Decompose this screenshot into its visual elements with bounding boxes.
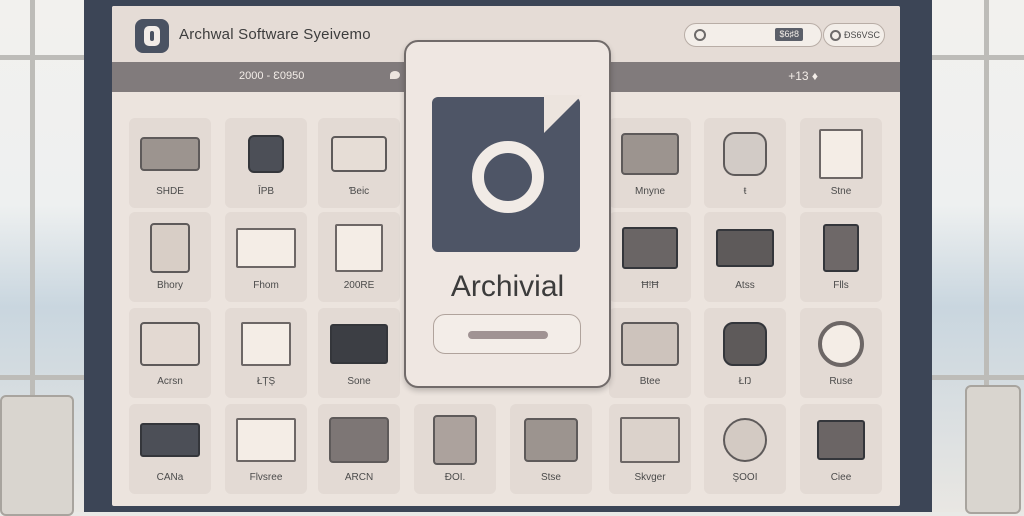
cards-icon bbox=[521, 418, 581, 462]
app-tile[interactable]: Mnyne bbox=[609, 118, 691, 208]
screen-icon bbox=[620, 132, 680, 176]
printer-icon bbox=[236, 226, 296, 270]
chair-icon bbox=[236, 132, 296, 176]
dialog-title: Archivial bbox=[450, 270, 565, 303]
app-tile[interactable]: Acrsn bbox=[129, 308, 211, 398]
drawer-icon bbox=[140, 418, 200, 462]
disk-icon bbox=[715, 322, 775, 366]
app-tile[interactable]: Flvsree bbox=[225, 404, 307, 494]
file-list-icon bbox=[236, 418, 296, 462]
folders-icon bbox=[140, 322, 200, 366]
app-tile[interactable]: Btee bbox=[609, 308, 691, 398]
document-icon bbox=[811, 129, 871, 179]
app-tile[interactable]: ŧ bbox=[704, 118, 786, 208]
app-tile[interactable]: ARCN bbox=[318, 404, 400, 494]
clipboard-icon bbox=[811, 224, 871, 272]
monitor-icon bbox=[329, 322, 389, 366]
tools-icon bbox=[811, 418, 871, 462]
user-label: ĐS6VSC bbox=[844, 30, 881, 40]
stack-icon bbox=[715, 226, 775, 270]
app-tile[interactable]: Fhom bbox=[225, 212, 307, 302]
app-tile[interactable]: SHDE bbox=[129, 118, 211, 208]
printer-device bbox=[965, 385, 1021, 514]
app-tile[interactable]: Ruse bbox=[800, 308, 882, 398]
app-title: Archwal Software Syeivemo bbox=[179, 26, 371, 43]
button-icon bbox=[811, 321, 871, 367]
app-tile[interactable]: Ɓeic bbox=[318, 118, 400, 208]
files-icon bbox=[425, 415, 485, 465]
folder-icon bbox=[140, 132, 200, 176]
layers-icon bbox=[620, 417, 680, 463]
app-tile[interactable]: 200RE bbox=[318, 212, 400, 302]
search-field[interactable]: $6♯8 bbox=[684, 23, 822, 47]
archive-app-icon bbox=[432, 95, 582, 252]
app-tile[interactable]: Stse bbox=[510, 404, 592, 494]
app-tile[interactable]: Bhory bbox=[129, 212, 211, 302]
document-tray-icon bbox=[329, 132, 389, 176]
launch-button[interactable] bbox=[433, 314, 581, 354]
app-tile[interactable]: CANa bbox=[129, 404, 211, 494]
box-icon bbox=[140, 223, 200, 273]
toolbar-right-label: +13 ♦ bbox=[788, 69, 818, 83]
desk-device bbox=[0, 395, 74, 516]
user-icon bbox=[830, 30, 841, 41]
app-tile[interactable]: Flls bbox=[800, 212, 882, 302]
app-launch-dialog: Archivial bbox=[404, 40, 611, 388]
app-tile[interactable]: Atss bbox=[704, 212, 786, 302]
app-tile[interactable]: Ciee bbox=[800, 404, 882, 494]
ring-icon bbox=[472, 141, 544, 213]
app-tile[interactable]: Sone bbox=[318, 308, 400, 398]
search-tag: $6♯8 bbox=[775, 28, 803, 41]
app-tile[interactable]: Skvger bbox=[609, 404, 691, 494]
bag-icon bbox=[715, 132, 775, 176]
app-tile[interactable]: Ħ!Ħ bbox=[609, 212, 691, 302]
calendar-icon bbox=[329, 224, 389, 272]
app-logo-icon[interactable] bbox=[135, 19, 169, 53]
user-button[interactable]: ĐS6VSC bbox=[823, 23, 885, 47]
progress-bar bbox=[468, 331, 548, 339]
chat-icon[interactable] bbox=[390, 71, 400, 79]
app-tile[interactable]: ŁȚȘ bbox=[225, 308, 307, 398]
app-tile[interactable]: ŞOOI bbox=[704, 404, 786, 494]
app-tile[interactable]: ĪPB bbox=[225, 118, 307, 208]
puzzle-icon bbox=[620, 226, 680, 270]
search-icon bbox=[694, 29, 706, 41]
app-tile[interactable]: ŁŊ bbox=[704, 308, 786, 398]
toolbar-range-label: 2000 - Ɛ0950 bbox=[239, 70, 305, 82]
hand-icon bbox=[236, 322, 296, 366]
panel-icon bbox=[329, 417, 389, 463]
app-tile[interactable]: Stne bbox=[800, 118, 882, 208]
app-tile[interactable]: ĐOI. bbox=[414, 404, 496, 494]
badge-icon bbox=[715, 418, 775, 462]
window-icon bbox=[620, 322, 680, 366]
